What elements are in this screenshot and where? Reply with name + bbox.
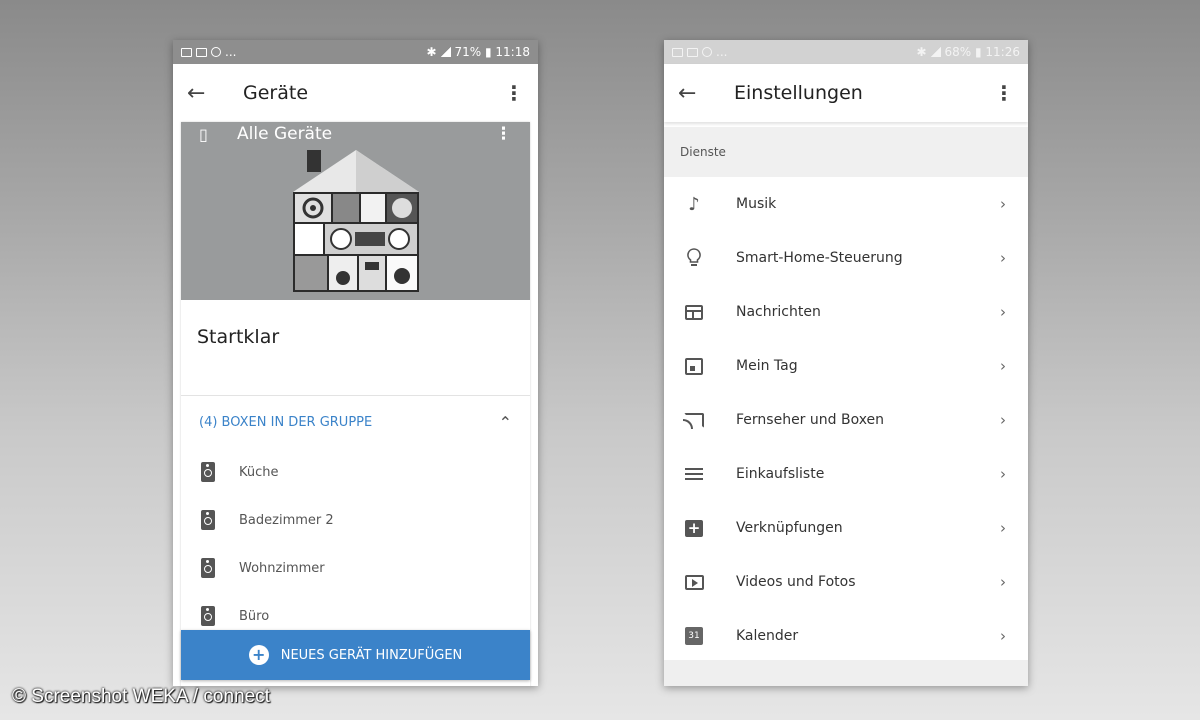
status-battery-time: 71% ▮ 11:18 xyxy=(454,45,531,59)
group-overflow-icon[interactable]: ⋮ xyxy=(495,124,512,144)
speaker-name: Badezimmer 2 xyxy=(239,512,334,528)
settings-item-label: Mein Tag xyxy=(736,358,798,374)
lightbulb-icon xyxy=(682,246,706,270)
settings-item-music[interactable]: ♪ Musik › xyxy=(664,177,1028,231)
signal-icon xyxy=(440,47,451,57)
chevron-right-icon: › xyxy=(1000,465,1006,483)
settings-item-shortcuts[interactable]: + Verknüpfungen › xyxy=(664,501,1028,555)
speaker-name: Wohnzimmer xyxy=(239,560,325,576)
phone-settings-screen: ... ✱ 68% ▮ 11:26 ← Einstellungen ⋮ Dien… xyxy=(664,40,1028,686)
app-notification-icon xyxy=(211,47,221,57)
chevron-right-icon: › xyxy=(1000,573,1006,591)
status-more: ... xyxy=(225,45,237,59)
music-note-icon: ♪ xyxy=(688,193,700,215)
group-hero: ▯ Alle Geräte ⋮ xyxy=(181,122,530,300)
app-bar: ← Einstellungen ⋮ xyxy=(664,64,1028,122)
chevron-right-icon: › xyxy=(1000,411,1006,429)
group-members-header[interactable]: (4) BOXEN IN DER GRUPPE ⌃ xyxy=(181,396,530,448)
add-device-button[interactable]: + NEUES GERÄT HINZUFÜGEN xyxy=(181,630,530,680)
chevron-right-icon: › xyxy=(1000,519,1006,537)
mail-notification-icon xyxy=(687,47,698,57)
settings-item-calendar[interactable]: 31 Kalender › xyxy=(664,609,1028,663)
chevron-right-icon: › xyxy=(1000,303,1006,321)
settings-item-label: Videos und Fotos xyxy=(736,574,856,590)
app-bar: ← Geräte ⋮ xyxy=(173,64,538,122)
settings-item-tv-speakers[interactable]: Fernseher und Boxen › xyxy=(664,393,1028,447)
section-header-services: Dienste xyxy=(664,127,1028,177)
chevron-right-icon: › xyxy=(1000,249,1006,267)
app-notification-icon xyxy=(702,47,712,57)
add-device-label: NEUES GERÄT HINZUFÜGEN xyxy=(280,647,463,663)
list-icon xyxy=(685,468,703,480)
page-title: Einstellungen xyxy=(734,82,863,104)
speaker-house-illustration xyxy=(293,150,419,292)
chevron-right-icon: › xyxy=(1000,195,1006,213)
back-arrow-icon[interactable]: ← xyxy=(678,81,718,106)
settings-item-label: Nachrichten xyxy=(736,304,821,320)
chevron-right-icon: › xyxy=(1000,357,1006,375)
phone-devices-screen: ... ✱ 71% ▮ 11:18 ← Geräte ⋮ ▯ Alle Gerä… xyxy=(173,40,538,686)
speaker-group-icon: ▯ xyxy=(199,124,208,144)
gallery-notification-icon xyxy=(672,47,683,57)
group-status-title: Startklar xyxy=(181,300,530,396)
news-icon xyxy=(685,304,703,320)
status-bar: ... ✱ 68% ▮ 11:26 xyxy=(664,40,1028,64)
settings-item-label: Einkaufsliste xyxy=(736,466,825,482)
speaker-icon xyxy=(201,606,215,626)
speaker-icon xyxy=(201,558,215,578)
settings-item-news[interactable]: Nachrichten › xyxy=(664,285,1028,339)
bluetooth-icon: ✱ xyxy=(916,45,927,59)
calendar-day-icon xyxy=(685,357,703,375)
status-battery-time: 68% ▮ 11:26 xyxy=(944,45,1021,59)
group-name: Alle Geräte xyxy=(237,124,333,144)
calendar-icon: 31 xyxy=(685,627,703,645)
mail-notification-icon xyxy=(196,47,207,57)
list-footer xyxy=(664,660,1028,686)
speaker-name: Küche xyxy=(239,464,279,480)
speaker-name: Büro xyxy=(239,608,270,624)
device-group-card: ▯ Alle Geräte ⋮ Startklar (4) BOXEN IN D… xyxy=(181,122,530,686)
plus-icon: + xyxy=(248,645,269,665)
settings-item-shopping-list[interactable]: Einkaufsliste › xyxy=(664,447,1028,501)
back-arrow-icon[interactable]: ← xyxy=(187,81,227,106)
copyright-watermark: © Screenshot WEKA / connect xyxy=(12,686,270,707)
signal-icon xyxy=(930,47,941,57)
settings-item-my-day[interactable]: Mein Tag › xyxy=(664,339,1028,393)
gallery-notification-icon xyxy=(181,47,192,57)
group-members-label: (4) BOXEN IN DER GRUPPE xyxy=(199,414,373,430)
speaker-icon xyxy=(201,510,215,530)
status-more: ... xyxy=(716,45,728,59)
speaker-icon xyxy=(201,462,215,482)
add-shortcut-icon: + xyxy=(685,519,703,537)
cast-icon xyxy=(683,412,704,429)
overflow-menu-icon[interactable]: ⋮ xyxy=(504,81,524,105)
chevron-up-icon[interactable]: ⌃ xyxy=(499,413,512,432)
speaker-item[interactable]: Küche xyxy=(181,448,530,496)
settings-item-label: Fernseher und Boxen xyxy=(736,412,885,428)
video-icon xyxy=(684,574,704,590)
settings-item-label: Kalender xyxy=(736,628,799,644)
speaker-item[interactable]: Badezimmer 2 xyxy=(181,496,530,544)
settings-item-videos-photos[interactable]: Videos und Fotos › xyxy=(664,555,1028,609)
speaker-item[interactable]: Wohnzimmer xyxy=(181,544,530,592)
bluetooth-icon: ✱ xyxy=(426,45,437,59)
status-bar: ... ✱ 71% ▮ 11:18 xyxy=(173,40,538,64)
page-title: Geräte xyxy=(243,82,309,104)
chevron-right-icon: › xyxy=(1000,627,1006,645)
settings-item-label: Musik xyxy=(736,196,777,212)
settings-item-label: Verknüpfungen xyxy=(736,520,843,536)
settings-item-label: Smart-Home-Steuerung xyxy=(736,250,903,266)
settings-item-smart-home[interactable]: Smart-Home-Steuerung › xyxy=(664,231,1028,285)
overflow-menu-icon[interactable]: ⋮ xyxy=(994,81,1014,105)
